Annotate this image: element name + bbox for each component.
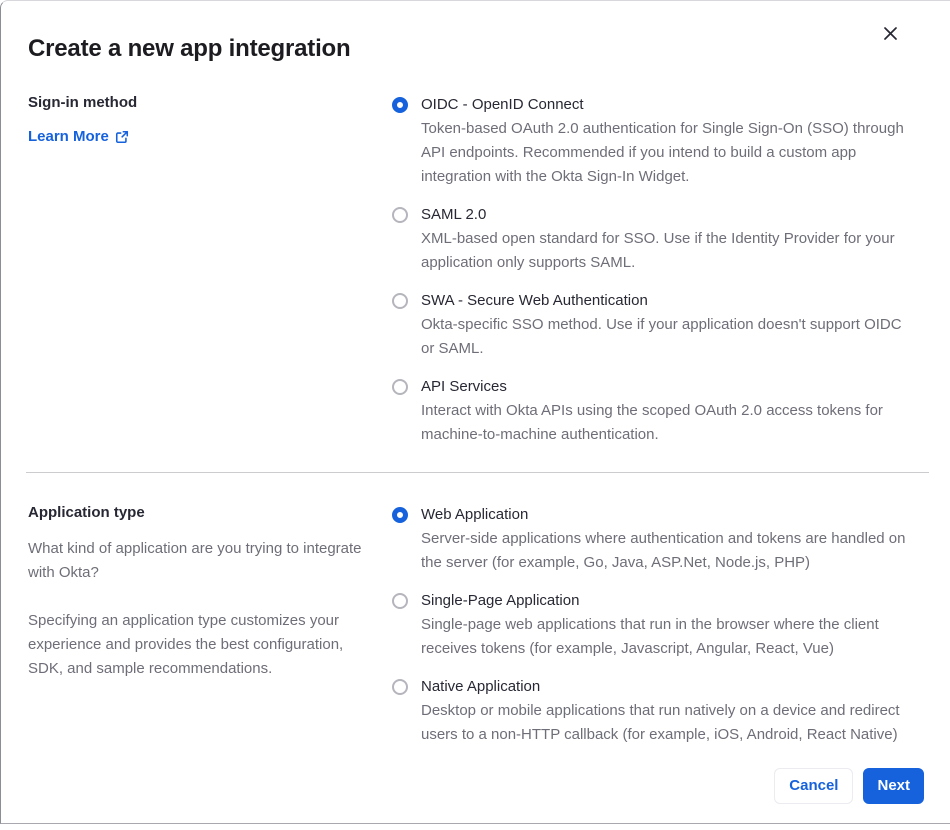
option-api-services-label: API Services <box>421 378 507 395</box>
close-x-glyph <box>883 26 897 40</box>
create-app-integration-dialog: Create a new app integration Sign-in met… <box>0 0 950 824</box>
option-swa[interactable]: SWA - Secure Web Authentication Okta-spe… <box>392 289 908 361</box>
option-saml-description: XML-based open standard for SSO. Use if … <box>421 230 895 271</box>
signin-method-options: OIDC - OpenID Connect Token-based OAuth … <box>392 93 908 447</box>
option-api-services[interactable]: API Services Interact with Okta APIs usi… <box>392 375 908 447</box>
radio-saml[interactable] <box>392 207 408 223</box>
radio-api-services[interactable] <box>392 379 408 395</box>
option-oidc-description: Token-based OAuth 2.0 authentication for… <box>421 120 904 185</box>
radio-swa[interactable] <box>392 293 408 309</box>
option-native-application-label: Native Application <box>421 678 541 695</box>
radio-web-application[interactable] <box>392 507 408 523</box>
signin-method-section: Sign-in method Learn More OIDC - OpenID … <box>1 93 950 447</box>
option-native-application-description: Desktop or mobile applications that run … <box>421 702 900 743</box>
option-web-application[interactable]: Web Application Server-side applications… <box>392 503 908 575</box>
application-type-options: Web Application Server-side applications… <box>392 503 908 747</box>
radio-native-application[interactable] <box>392 679 408 695</box>
application-type-left-column: Application type What kind of applicatio… <box>28 503 364 681</box>
application-type-label: Application type <box>28 504 145 521</box>
option-web-application-description: Server-side applications where authentic… <box>421 530 906 571</box>
application-type-explanation: Specifying an application type customize… <box>28 612 344 677</box>
section-divider <box>26 472 929 473</box>
learn-more-label: Learn More <box>28 128 109 145</box>
dialog-footer: Cancel Next <box>774 768 924 804</box>
option-native-application[interactable]: Native Application Desktop or mobile app… <box>392 675 908 747</box>
learn-more-link[interactable]: Learn More <box>28 127 129 147</box>
option-saml[interactable]: SAML 2.0 XML-based open standard for SSO… <box>392 203 908 275</box>
option-oidc-label: OIDC - OpenID Connect <box>421 96 584 113</box>
application-type-section: Application type What kind of applicatio… <box>1 503 950 747</box>
option-api-services-description: Interact with Okta APIs using the scoped… <box>421 402 883 443</box>
option-spa-label: Single-Page Application <box>421 592 580 609</box>
radio-spa[interactable] <box>392 593 408 609</box>
option-web-application-label: Web Application <box>421 506 529 523</box>
close-icon[interactable] <box>878 21 902 45</box>
cancel-button[interactable]: Cancel <box>774 768 854 804</box>
option-oidc[interactable]: OIDC - OpenID Connect Token-based OAuth … <box>392 93 908 189</box>
radio-oidc[interactable] <box>392 97 408 113</box>
next-button[interactable]: Next <box>863 768 924 804</box>
dialog-title: Create a new app integration <box>28 35 351 62</box>
option-spa-description: Single-page web applications that run in… <box>421 616 879 657</box>
signin-method-left-column: Sign-in method Learn More <box>28 93 364 147</box>
application-type-question: What kind of application are you trying … <box>28 540 362 581</box>
option-swa-description: Okta-specific SSO method. Use if your ap… <box>421 316 902 357</box>
option-swa-label: SWA - Secure Web Authentication <box>421 292 648 309</box>
option-saml-label: SAML 2.0 <box>421 206 487 223</box>
signin-method-label: Sign-in method <box>28 94 138 111</box>
option-spa[interactable]: Single-Page Application Single-page web … <box>392 589 908 661</box>
external-link-icon <box>115 130 128 144</box>
